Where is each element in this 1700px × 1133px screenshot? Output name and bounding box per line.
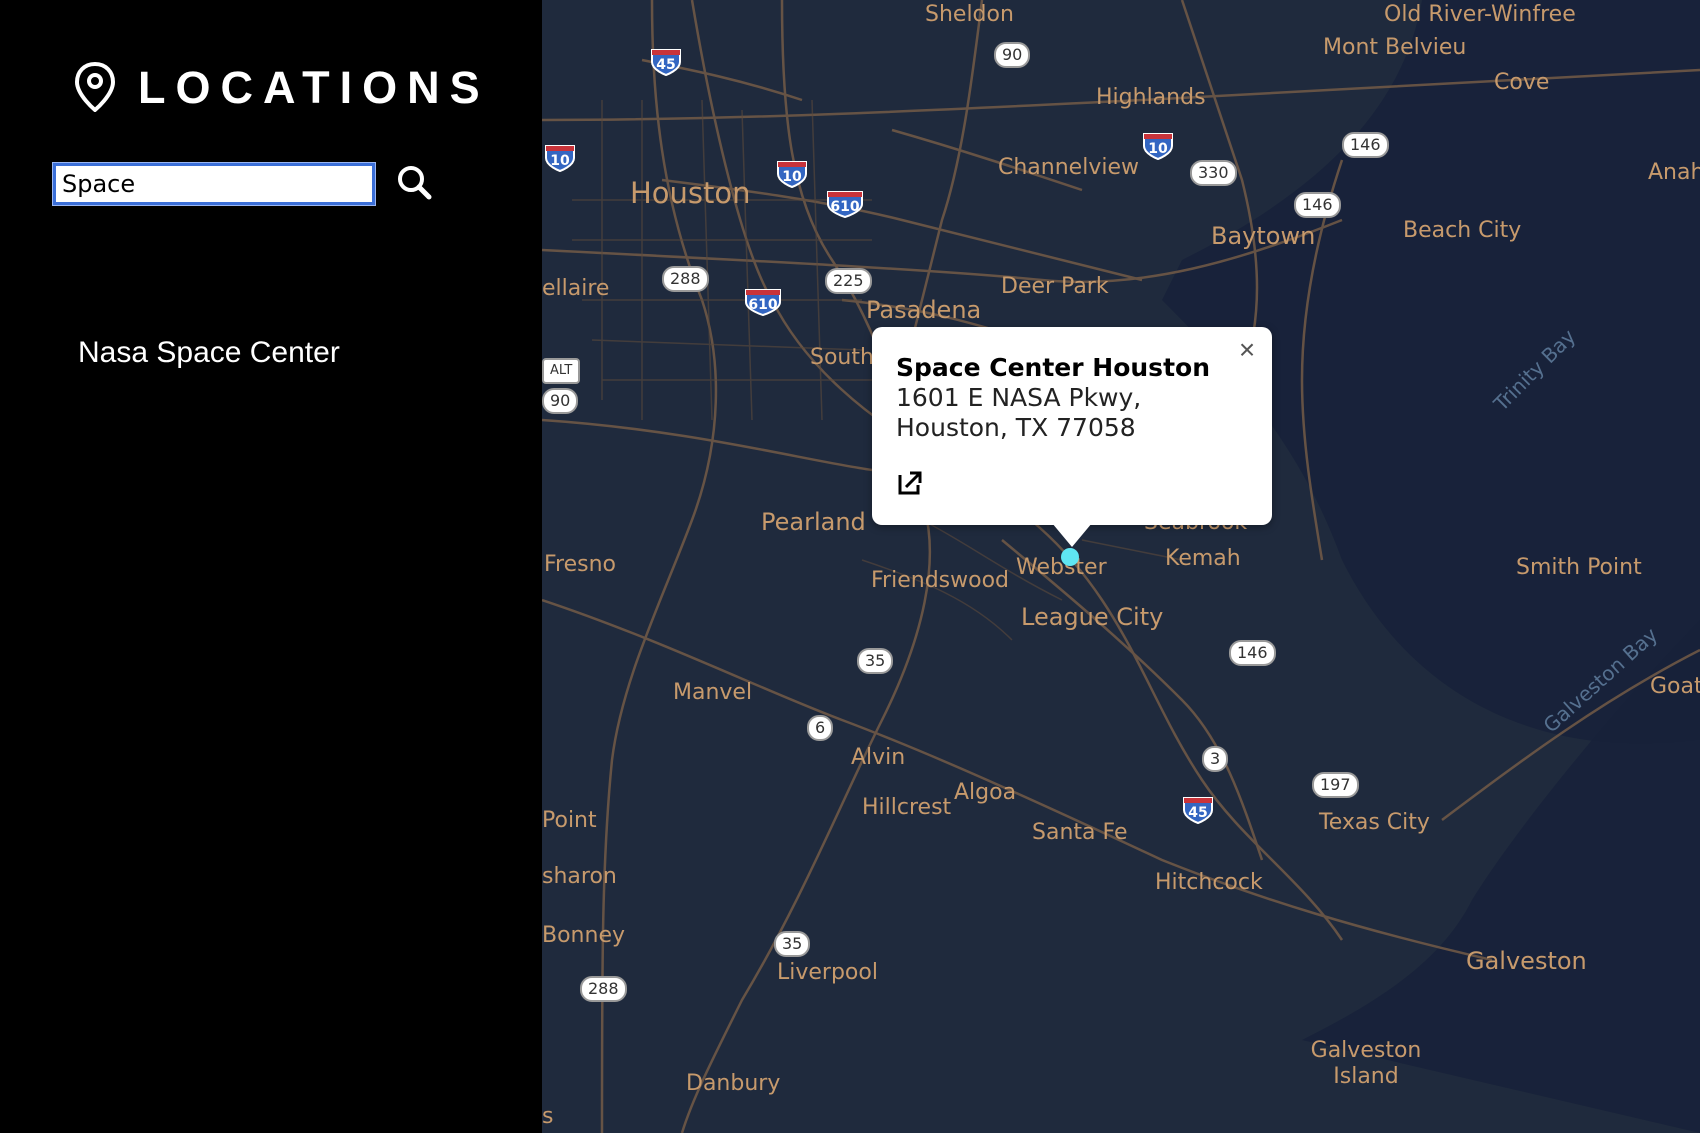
place-label: Bonney bbox=[542, 923, 625, 948]
interstate-shield-icon: 10 bbox=[1143, 133, 1173, 160]
place-label: Pasadena bbox=[866, 296, 982, 324]
highway-shield: 330 bbox=[1190, 160, 1237, 186]
place-label: Channelview bbox=[998, 155, 1139, 180]
highway-shield: ALT bbox=[542, 358, 581, 384]
place-label: Pearland bbox=[761, 508, 866, 536]
svg-text:10: 10 bbox=[550, 153, 570, 169]
highway-shield: 288 bbox=[662, 266, 709, 292]
svg-text:10: 10 bbox=[1148, 141, 1168, 157]
place-label: Smith Point bbox=[1516, 555, 1642, 580]
close-button[interactable]: × bbox=[1232, 335, 1262, 365]
highway-shield: 146 bbox=[1294, 192, 1341, 218]
highway-shield: 90 bbox=[542, 388, 579, 414]
location-marker[interactable] bbox=[1061, 548, 1079, 566]
highway-shield: 197 bbox=[1312, 772, 1359, 798]
place-label: South bbox=[810, 345, 874, 370]
sidebar-header: LOCATIONS bbox=[74, 62, 490, 112]
search-button[interactable] bbox=[394, 163, 436, 205]
map[interactable]: Sheldon Old River-Winfree Mont Belvieu C… bbox=[542, 0, 1700, 1133]
place-label: s bbox=[542, 1104, 554, 1129]
place-label: Fresno bbox=[544, 552, 617, 577]
highway-shield: 288 bbox=[580, 976, 627, 1002]
svg-text:610: 610 bbox=[748, 297, 777, 313]
place-label: Manvel bbox=[673, 680, 753, 705]
info-window-address: 1601 E NASA Pkwy, Houston, TX 77058 bbox=[896, 383, 1142, 442]
map-pin-icon bbox=[74, 62, 116, 112]
highway-shield: 35 bbox=[857, 648, 894, 674]
place-label: Texas City bbox=[1319, 810, 1430, 835]
search-icon bbox=[398, 166, 432, 200]
place-label: Cove bbox=[1494, 70, 1550, 95]
place-label: Old River-Winfree bbox=[1384, 2, 1576, 27]
open-external-icon[interactable] bbox=[896, 469, 924, 497]
svg-text:45: 45 bbox=[656, 57, 675, 73]
place-label: Highlands bbox=[1096, 85, 1206, 110]
interstate-shield-icon: 10 bbox=[777, 161, 807, 188]
highway-shield: 225 bbox=[825, 268, 872, 294]
place-label: Point bbox=[542, 808, 597, 833]
place-label: Mont Belvieu bbox=[1323, 35, 1467, 60]
highway-shield: 146 bbox=[1229, 640, 1276, 666]
interstate-shield-icon: 45 bbox=[651, 49, 681, 76]
place-label: Friendswood bbox=[871, 568, 1009, 593]
place-label: sharon bbox=[542, 864, 617, 889]
info-window: Space Center Houston 1601 E NASA Pkwy, H… bbox=[872, 327, 1272, 525]
info-window-title: Space Center Houston bbox=[896, 353, 1210, 382]
place-label: Algoa bbox=[954, 780, 1017, 805]
place-label: Houston bbox=[630, 176, 751, 210]
place-label: League City bbox=[1021, 603, 1164, 631]
place-label: Hitchcock bbox=[1155, 870, 1263, 895]
place-label: Liverpool bbox=[777, 960, 878, 985]
place-label: Anah bbox=[1648, 160, 1700, 185]
highway-shield: 90 bbox=[994, 42, 1031, 68]
place-label: Alvin bbox=[851, 745, 906, 770]
place-label: Hillcrest bbox=[862, 795, 952, 820]
place-label: Galveston Island bbox=[1310, 1038, 1422, 1089]
interstate-shield-icon: 10 bbox=[545, 145, 575, 172]
highway-shield: 6 bbox=[807, 715, 834, 741]
place-label: Beach City bbox=[1403, 218, 1522, 243]
highway-shield: 3 bbox=[1202, 746, 1229, 772]
place-label: Santa Fe bbox=[1032, 820, 1128, 845]
place-label: Galveston bbox=[1466, 947, 1587, 975]
result-item[interactable]: Nasa Space Center bbox=[78, 336, 340, 370]
interstate-shield-icon: 610 bbox=[745, 289, 781, 316]
svg-text:10: 10 bbox=[782, 169, 802, 185]
sidebar: LOCATIONS Nasa Space Center bbox=[0, 0, 542, 1133]
place-label: Baytown bbox=[1211, 222, 1316, 250]
place-label: Deer Park bbox=[1001, 274, 1109, 299]
interstate-shield-icon: 45 bbox=[1183, 797, 1213, 824]
highway-shield: 35 bbox=[774, 931, 811, 957]
place-label: Kemah bbox=[1165, 546, 1241, 571]
place-label: Danbury bbox=[686, 1071, 781, 1096]
info-window-tail bbox=[1052, 523, 1092, 547]
page-title: LOCATIONS bbox=[138, 61, 490, 113]
svg-text:610: 610 bbox=[830, 199, 859, 215]
highway-shield: 146 bbox=[1342, 132, 1389, 158]
interstate-shield-icon: 610 bbox=[827, 191, 863, 218]
svg-text:45: 45 bbox=[1188, 805, 1207, 821]
search-input[interactable] bbox=[52, 162, 376, 206]
place-label: ellaire bbox=[542, 276, 610, 301]
place-label: Goat bbox=[1650, 674, 1700, 699]
place-label: Sheldon bbox=[925, 2, 1014, 27]
